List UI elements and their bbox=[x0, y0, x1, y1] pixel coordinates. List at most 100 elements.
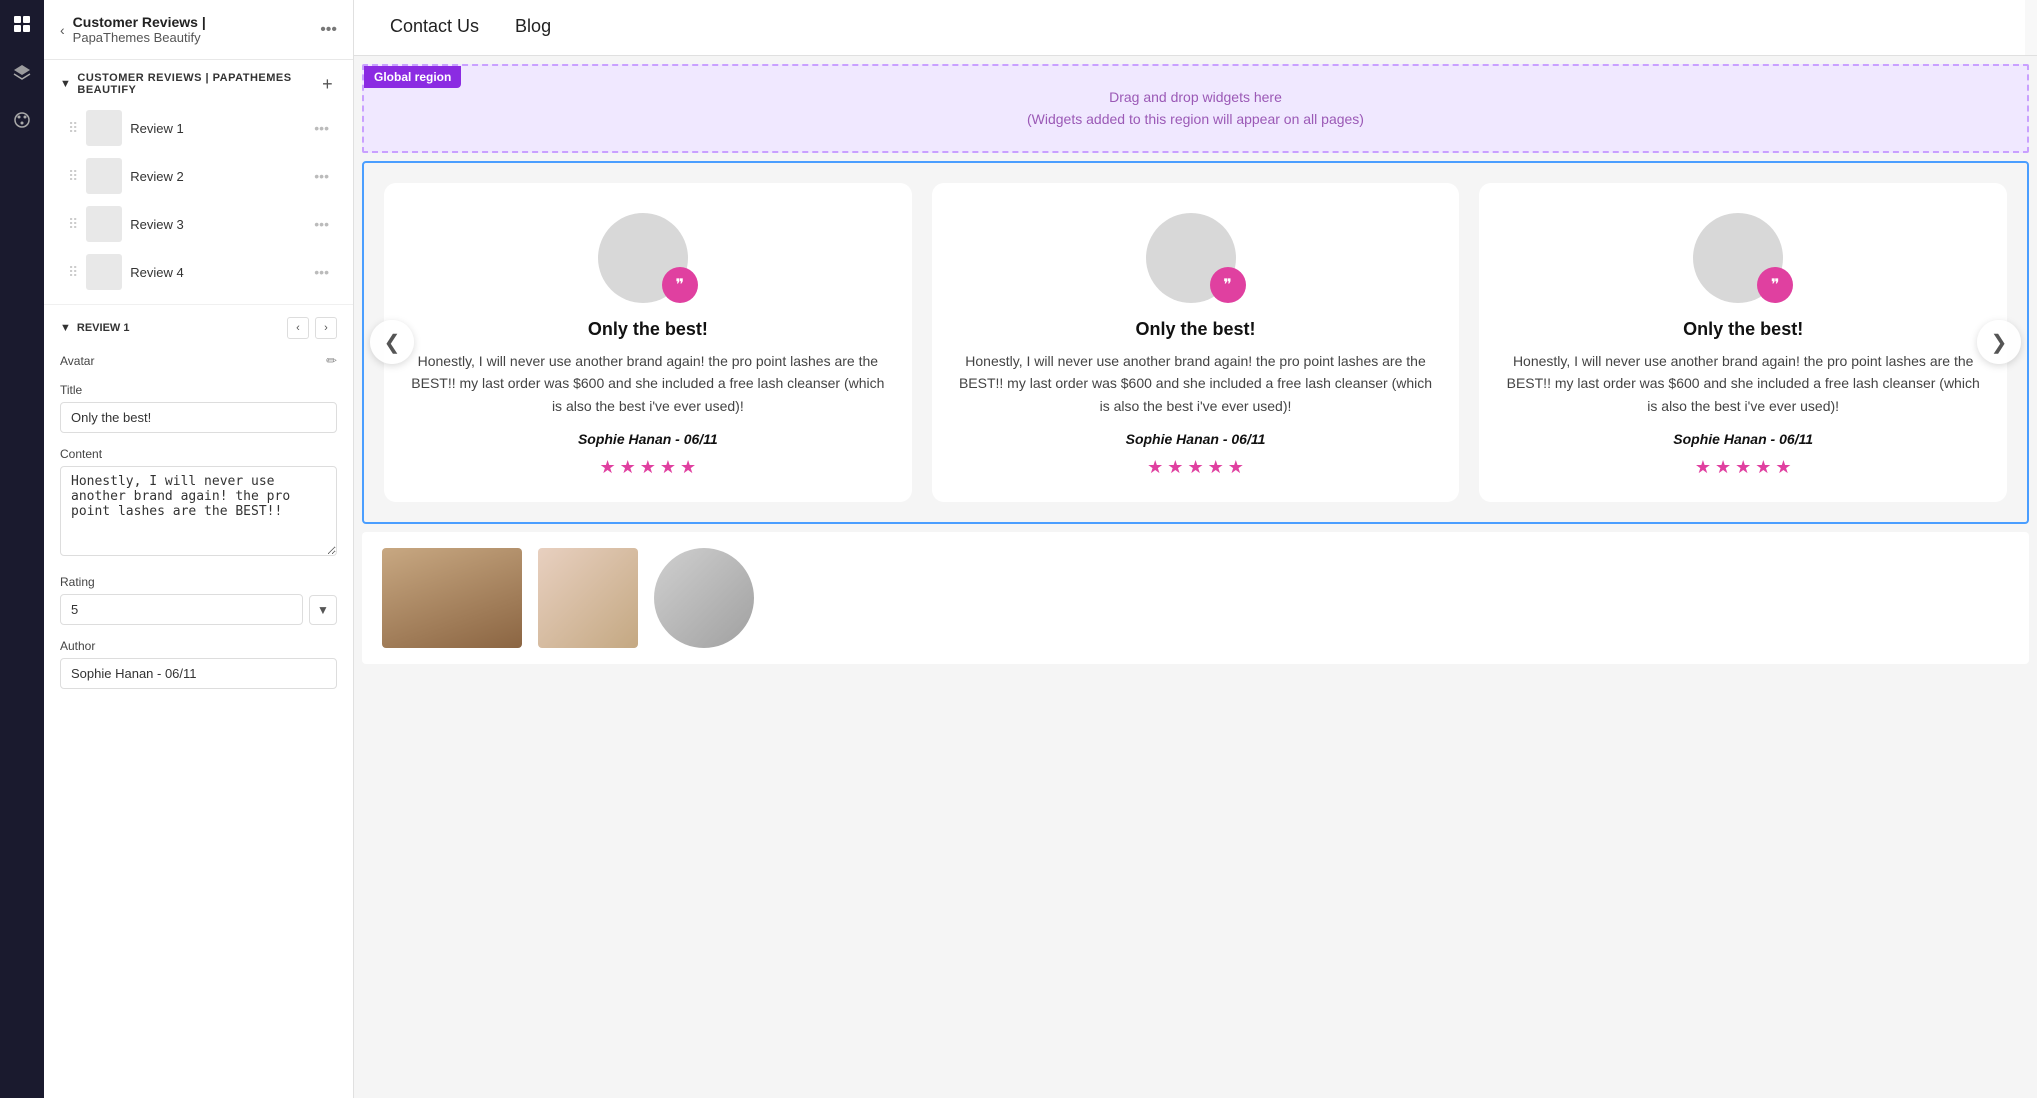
preview-image-2 bbox=[538, 548, 638, 648]
item-more-icon[interactable]: ••• bbox=[314, 216, 329, 232]
star-icon: ★ bbox=[1735, 457, 1751, 478]
nav-prev-button[interactable]: ‹ bbox=[287, 317, 309, 339]
carousel-next-button[interactable]: ❯ bbox=[1977, 320, 2021, 364]
review-thumbnail bbox=[86, 206, 122, 242]
review-thumbnail bbox=[86, 110, 122, 146]
star-icon: ★ bbox=[620, 457, 636, 478]
star-icon: ★ bbox=[680, 457, 696, 478]
drag-handle-icon[interactable]: ⠿ bbox=[68, 216, 78, 233]
collapse-chevron-icon[interactable]: ▼ bbox=[60, 322, 71, 334]
review-author: Sophie Hanan - 06/11 bbox=[1673, 431, 1813, 447]
review-quote-badge: ❞ bbox=[1757, 267, 1793, 303]
global-region-content: Drag and drop widgets here (Widgets adde… bbox=[364, 66, 2027, 151]
star-icon: ★ bbox=[1755, 457, 1771, 478]
star-icon: ★ bbox=[599, 457, 615, 478]
global-region: Global region Drag and drop widgets here… bbox=[362, 64, 2029, 153]
review-avatar-wrap: ❞ bbox=[1146, 213, 1246, 303]
title-field-group: Title bbox=[60, 383, 337, 433]
back-button[interactable]: ‹ bbox=[60, 22, 65, 38]
nav-scrollbar bbox=[2025, 0, 2037, 55]
title-input[interactable] bbox=[60, 402, 337, 433]
review1-section: ▼ REVIEW 1 ‹ › Avatar ✏ Title Con bbox=[44, 304, 353, 715]
review-item[interactable]: ⠿ Review 4 ••• bbox=[60, 248, 337, 296]
review-card-title: Only the best! bbox=[1683, 319, 1803, 340]
sidebar-header: ‹ Customer Reviews | PapaThemes Beautify… bbox=[44, 0, 353, 60]
star-icon: ★ bbox=[660, 457, 676, 478]
item-more-icon[interactable]: ••• bbox=[314, 120, 329, 136]
star-icon: ★ bbox=[1187, 457, 1203, 478]
palette-icon[interactable] bbox=[8, 106, 36, 134]
review-card-text: Honestly, I will never use another brand… bbox=[1503, 350, 1983, 417]
review-item-name: Review 1 bbox=[130, 121, 306, 136]
review-card-title: Only the best! bbox=[1136, 319, 1256, 340]
global-region-badge: Global region bbox=[364, 66, 461, 88]
drag-handle-icon[interactable]: ⠿ bbox=[68, 120, 78, 137]
review-item-name: Review 4 bbox=[130, 265, 306, 280]
drag-handle-icon[interactable]: ⠿ bbox=[68, 264, 78, 281]
author-label: Author bbox=[60, 639, 337, 653]
review-card: ❞ Only the best! Honestly, I will never … bbox=[1479, 183, 2007, 502]
review-item[interactable]: ⠿ Review 3 ••• bbox=[60, 200, 337, 248]
content-field-group: Content Honestly, I will never use anoth… bbox=[60, 447, 337, 561]
review1-title: ▼ REVIEW 1 bbox=[60, 322, 129, 334]
author-input[interactable] bbox=[60, 658, 337, 689]
nav-tabs: Contact Us Blog bbox=[354, 0, 2037, 56]
avatar-field-group: Avatar ✏ bbox=[60, 353, 337, 369]
more-options-button[interactable]: ••• bbox=[320, 21, 337, 39]
review-thumbnail bbox=[86, 254, 122, 290]
star-icon: ★ bbox=[1147, 457, 1163, 478]
title-label: Title bbox=[60, 383, 337, 397]
nav-next-button[interactable]: › bbox=[315, 317, 337, 339]
rating-select-row: ▼ bbox=[60, 594, 337, 625]
content-label: Content bbox=[60, 447, 337, 461]
layers-icon[interactable] bbox=[8, 58, 36, 86]
drag-handle-icon[interactable]: ⠿ bbox=[68, 168, 78, 185]
sidebar-title: Customer Reviews | bbox=[73, 14, 206, 30]
reviews-section: ❮ ❞ Only the best! Honestly, I will neve… bbox=[362, 161, 2029, 524]
review-item-name: Review 3 bbox=[130, 217, 306, 232]
rating-field-group: Rating ▼ bbox=[60, 575, 337, 625]
review-item[interactable]: ⠿ Review 1 ••• bbox=[60, 104, 337, 152]
item-more-icon[interactable]: ••• bbox=[314, 264, 329, 280]
content-textarea[interactable]: Honestly, I will never use another brand… bbox=[60, 466, 337, 556]
sidebar-header-left: ‹ Customer Reviews | PapaThemes Beautify bbox=[60, 14, 206, 45]
star-icon: ★ bbox=[1228, 457, 1244, 478]
review-quote-badge: ❞ bbox=[662, 267, 698, 303]
review-item[interactable]: ⠿ Review 2 ••• bbox=[60, 152, 337, 200]
section-group: ▼ CUSTOMER REVIEWS | PAPATHEMES BEAUTIFY… bbox=[44, 60, 353, 304]
review-card-text: Honestly, I will never use another brand… bbox=[408, 350, 888, 417]
review-author: Sophie Hanan - 06/11 bbox=[1126, 431, 1266, 447]
add-section-button[interactable]: + bbox=[318, 73, 337, 95]
star-icon: ★ bbox=[1695, 457, 1711, 478]
reviews-grid: ❮ ❞ Only the best! Honestly, I will neve… bbox=[384, 183, 2007, 502]
drag-drop-text: Drag and drop widgets here bbox=[384, 86, 2007, 108]
carousel-prev-button[interactable]: ❮ bbox=[370, 320, 414, 364]
star-icon: ★ bbox=[1715, 457, 1731, 478]
section-group-title: ▼ CUSTOMER REVIEWS | PAPATHEMES BEAUTIFY bbox=[60, 72, 318, 96]
review-card-text: Honestly, I will never use another brand… bbox=[956, 350, 1436, 417]
grid-icon[interactable] bbox=[8, 10, 36, 38]
review-quote-badge: ❞ bbox=[1210, 267, 1246, 303]
item-more-icon[interactable]: ••• bbox=[314, 168, 329, 184]
review-stars: ★ ★ ★ ★ ★ bbox=[1695, 457, 1792, 478]
tab-contact-us[interactable]: Contact Us bbox=[374, 0, 495, 55]
avatar-edit-button[interactable]: ✏ bbox=[326, 353, 337, 369]
rating-dropdown-button[interactable]: ▼ bbox=[309, 595, 337, 625]
review-stars: ★ ★ ★ ★ ★ bbox=[599, 457, 696, 478]
collapse-chevron-icon[interactable]: ▼ bbox=[60, 78, 71, 90]
tab-blog[interactable]: Blog bbox=[499, 0, 567, 55]
drag-drop-subtext: (Widgets added to this region will appea… bbox=[384, 108, 2007, 130]
sidebar-subtitle: PapaThemes Beautify bbox=[73, 30, 206, 45]
review1-header: ▼ REVIEW 1 ‹ › bbox=[60, 317, 337, 339]
review-avatar-wrap: ❞ bbox=[1693, 213, 1793, 303]
star-icon: ★ bbox=[1775, 457, 1791, 478]
review1-nav: ‹ › bbox=[287, 317, 337, 339]
star-icon: ★ bbox=[1167, 457, 1183, 478]
section-group-header: ▼ CUSTOMER REVIEWS | PAPATHEMES BEAUTIFY… bbox=[60, 72, 337, 96]
review-author: Sophie Hanan - 06/11 bbox=[578, 431, 718, 447]
review-thumbnail bbox=[86, 158, 122, 194]
star-icon: ★ bbox=[1208, 457, 1224, 478]
rating-input[interactable] bbox=[60, 594, 303, 625]
review-avatar-wrap: ❞ bbox=[598, 213, 698, 303]
review-stars: ★ ★ ★ ★ ★ bbox=[1147, 457, 1244, 478]
